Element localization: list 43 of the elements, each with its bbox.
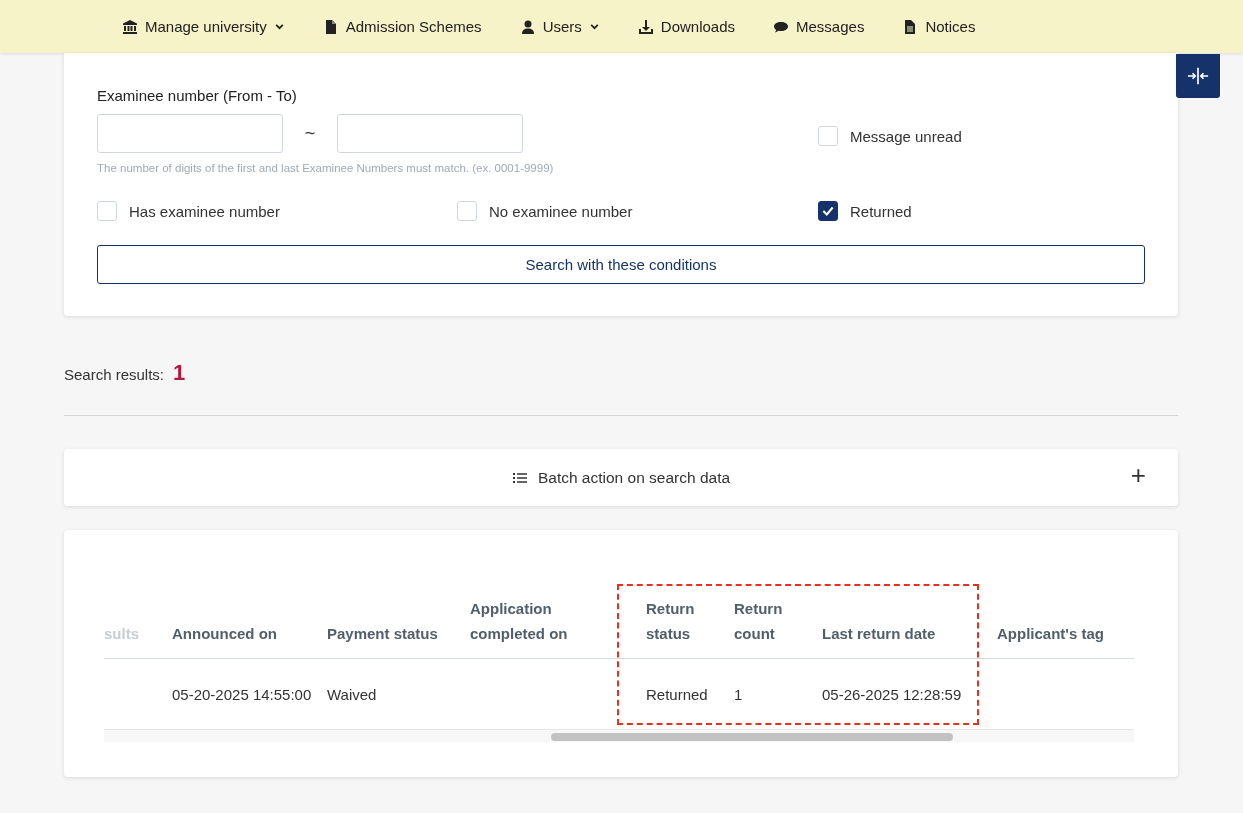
column-header: Applicant's tag [997,624,1105,644]
table-cell: 1 [734,685,743,703]
column-header: Return status [646,599,696,644]
checkbox-label: Returned [850,202,912,220]
nav-item[interactable]: Users [519,18,600,35]
input-field[interactable] [97,114,283,153]
results-label: Search results: [64,366,165,383]
table-cell: 05-20-2025 14:55:00 [172,685,312,703]
column-header: Application completed on [470,599,569,644]
download-icon [637,18,654,35]
checkbox-label: Has examinee number [129,202,280,220]
checkbox[interactable]: Message unread [818,126,962,146]
nav-item[interactable]: Admission Schemes [322,18,482,35]
bank-icon [122,18,138,35]
search-button[interactable]: Search with these conditions [97,245,1145,284]
collapse-icon [1185,65,1211,87]
nav-item[interactable]: Downloads [637,18,735,35]
column-header: Payment status [327,624,439,644]
nav-item[interactable]: Manage university [122,18,285,35]
column-header: Last return date [822,624,937,644]
user-icon [519,18,536,35]
hint-text: The number of digits of the first and last Examinee Numbers must match. (ex. 0001-9999) [97,162,555,174]
range-separator: ~ [303,123,317,144]
table-cell: Waived [327,685,377,703]
results-count: 1 [173,360,186,386]
nav-item[interactable]: Messages [773,18,865,35]
checkbox-square[interactable] [818,201,838,221]
expand-toggle[interactable]: + [1130,462,1146,488]
scrollbar-thumb[interactable] [551,733,953,741]
column-header: Announced on [172,624,278,644]
collapse-button[interactable] [1176,54,1220,98]
checkbox-label: Message unread [850,127,962,145]
column-header: sults [104,624,140,644]
table-cell: Returned [646,685,708,703]
checkbox-label: No examinee number [489,202,633,220]
nav-item[interactable]: Notices [902,18,976,35]
batch-action-label: Batch action on search data [537,468,731,487]
input-field[interactable] [337,114,523,153]
batch-action-bar[interactable]: Batch action on search data + [64,449,1178,506]
column-header: Return count [734,599,784,644]
checkmark-icon [821,204,835,218]
field-label: Examinee number (From - To) [97,87,298,104]
table-cell: 05-26-2025 12:28:59 [822,685,962,703]
